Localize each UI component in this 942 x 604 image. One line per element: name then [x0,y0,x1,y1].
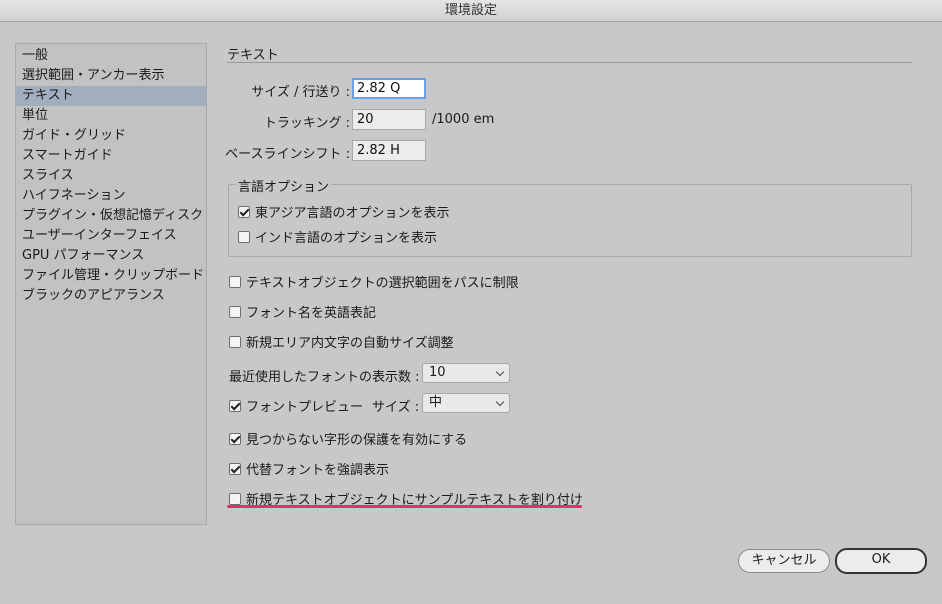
preferences-sidebar: 一般 選択範囲・アンカー表示 テキスト 単位 ガイド・グリッド スマートガイド … [15,43,207,525]
sidebar-item-hyphenation[interactable]: ハイフネーション [16,186,206,206]
missing-glyph-row[interactable]: 見つからない字形の保護を有効にする [229,429,467,448]
recent-fonts-select[interactable]: 10 [422,363,510,383]
limit-selection-label: テキストオブジェクトの選択範囲をパスに制限 [246,276,519,291]
sidebar-item-black-appearance[interactable]: ブラックのアピアランス [16,286,206,306]
baseline-shift-label: ベースラインシフト : [225,147,350,162]
recent-fonts-value: 10 [429,365,446,380]
fill-placeholder-checkbox[interactable] [229,492,241,505]
sidebar-item-type[interactable]: テキスト [16,86,206,106]
auto-size-area-row[interactable]: 新規エリア内文字の自動サイズ調整 [229,332,454,351]
font-names-english-label: フォント名を英語表記 [246,306,377,321]
tracking-field[interactable]: 20 [352,109,426,130]
east-asian-label: 東アジア言語のオプションを表示 [255,206,450,221]
sidebar-item-plugins-scratch[interactable]: プラグイン・仮想記憶ディスク [16,206,206,226]
east-asian-option-row[interactable]: 東アジア言語のオプションを表示 [238,202,449,221]
baseline-shift-field[interactable]: 2.82 H [352,140,426,161]
sidebar-item-general[interactable]: 一般 [16,46,206,66]
section-title: テキスト [227,48,279,63]
font-preview-label: フォントプレビュー [246,400,364,415]
window-title: 環境設定 [0,0,942,22]
highlight-substituted-checkbox[interactable] [229,462,241,475]
auto-size-area-checkbox[interactable] [229,335,241,348]
language-options-title: 言語オプション [236,176,332,195]
missing-glyph-label: 見つからない字形の保護を有効にする [246,433,468,448]
sidebar-item-file-clipboard[interactable]: ファイル管理・クリップボード [16,266,206,286]
indic-option-row[interactable]: インド言語のオプションを表示 [238,227,437,246]
font-preview-checkbox[interactable] [229,399,241,412]
preview-size-value: 中 [429,395,443,410]
preview-size-select[interactable]: 中 [422,393,510,413]
size-leading-field[interactable]: 2.82 Q [352,78,426,99]
size-leading-label: サイズ / 行送り : [251,85,350,100]
indic-label: インド言語のオプションを表示 [255,231,438,246]
sidebar-item-slices[interactable]: スライス [16,166,206,186]
section-divider [227,62,912,63]
ok-button[interactable]: OK [835,548,927,574]
font-preview-row[interactable]: フォントプレビュー [229,396,363,415]
recent-fonts-label: 最近使用したフォントの表示数 : [229,370,420,385]
tracking-unit: /1000 em [432,112,495,127]
limit-selection-row[interactable]: テキストオブジェクトの選択範囲をパスに制限 [229,272,519,291]
highlight-substituted-row[interactable]: 代替フォントを強調表示 [229,459,389,478]
sidebar-item-selection-anchor[interactable]: 選択範囲・アンカー表示 [16,66,206,86]
sidebar-item-guides-grid[interactable]: ガイド・グリッド [16,126,206,146]
indic-checkbox[interactable] [238,230,250,243]
highlight-underline [227,505,582,508]
preview-size-label: サイズ : [372,400,420,415]
highlight-substituted-label: 代替フォントを強調表示 [246,463,390,478]
chevron-down-icon [495,397,505,407]
east-asian-checkbox[interactable] [238,205,250,218]
cancel-button[interactable]: キャンセル [738,549,830,573]
sidebar-item-smart-guides[interactable]: スマートガイド [16,146,206,166]
missing-glyph-checkbox[interactable] [229,432,241,445]
limit-selection-checkbox[interactable] [229,275,241,288]
sidebar-item-units[interactable]: 単位 [16,106,206,126]
tracking-label: トラッキング : [263,116,350,131]
auto-size-area-label: 新規エリア内文字の自動サイズ調整 [246,336,454,351]
sidebar-item-user-interface[interactable]: ユーザーインターフェイス [16,226,206,246]
font-names-english-row[interactable]: フォント名を英語表記 [229,302,376,321]
font-names-english-checkbox[interactable] [229,305,241,318]
chevron-down-icon [495,367,505,377]
sidebar-item-gpu[interactable]: GPU パフォーマンス [16,246,206,266]
